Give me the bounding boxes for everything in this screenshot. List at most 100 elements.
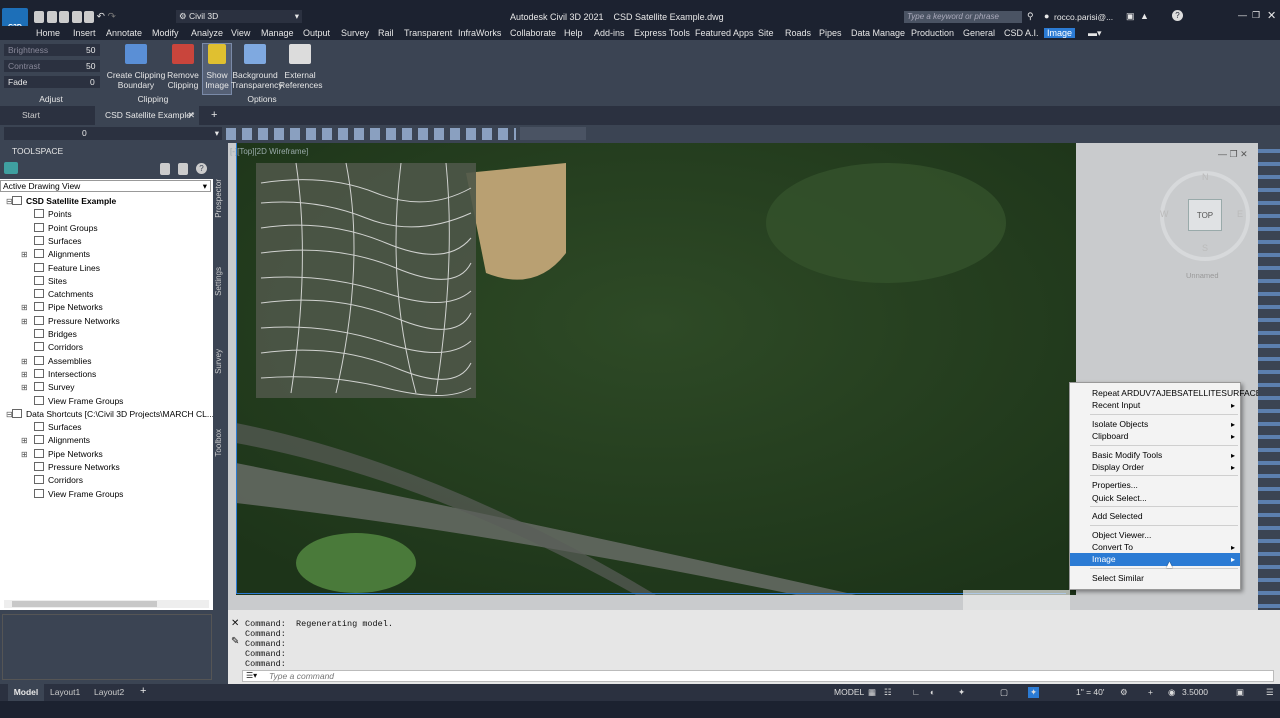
new-tab-icon[interactable]: +: [211, 109, 217, 121]
restore-icon[interactable]: ❐: [1252, 10, 1260, 21]
tree-item-intersections[interactable]: ⊞ Intersections: [21, 368, 96, 381]
tree-shortcut-pressure-networks[interactable]: Pressure Networks: [34, 461, 120, 474]
context-item-basic-modify-tools[interactable]: Basic Modify Tools ▸: [1070, 449, 1240, 462]
ribbon-tab-featured-apps[interactable]: Featured Apps: [695, 28, 754, 38]
tree-data-shortcuts[interactable]: ⊟ Data Shortcuts [C:\Civil 3D Projects\MA…: [6, 408, 214, 421]
ribbon-tab-express-tools[interactable]: Express Tools: [634, 28, 690, 38]
tree-shortcut-view-frame-groups[interactable]: View Frame Groups: [34, 488, 123, 501]
view-select[interactable]: Active Drawing View ▾: [0, 180, 211, 192]
command-prompt-icon[interactable]: ☰▾: [246, 671, 257, 680]
tree-item-pressure-networks[interactable]: ⊞ Pressure Networks: [21, 315, 120, 328]
expand-icon[interactable]: ⊞: [21, 448, 28, 461]
tree-item-sites[interactable]: Sites: [34, 275, 67, 288]
context-item-display-order[interactable]: Display Order ▸: [1070, 461, 1240, 474]
context-item-repeat-arduv7ajebsatellitesurface[interactable]: Repeat ARDUV7AJEBSATELLITESURFACE: [1070, 387, 1258, 400]
close-command-icon[interactable]: ✕: [231, 618, 239, 629]
model-space-toggle[interactable]: MODEL: [834, 687, 864, 697]
plot-icon[interactable]: [84, 11, 95, 23]
add-icon[interactable]: +: [1148, 687, 1153, 697]
tree-item-pipe-networks[interactable]: ⊞ Pipe Networks: [21, 301, 103, 314]
annotation-scale[interactable]: 1" = 40': [1076, 687, 1105, 697]
ribbon-tab-manage[interactable]: Manage: [261, 28, 294, 38]
save-icon[interactable]: [59, 11, 70, 23]
grid-icon[interactable]: ▦: [868, 687, 876, 698]
isolate-icon[interactable]: ▣: [1236, 687, 1244, 698]
tree-item-corridors[interactable]: Corridors: [34, 341, 83, 354]
command-input[interactable]: ☰▾ Type a command: [242, 670, 1274, 682]
minimize-icon[interactable]: —: [1238, 10, 1247, 20]
ribbon-tab-output[interactable]: Output: [303, 28, 330, 38]
scroll-thumb[interactable]: [12, 601, 157, 607]
customize-icon[interactable]: ✎: [231, 636, 239, 647]
open-icon[interactable]: [46, 11, 57, 23]
vertical-tab-settings[interactable]: Settings: [214, 267, 223, 296]
customize-status-icon[interactable]: ☰: [1266, 687, 1274, 698]
context-item-add-selected[interactable]: Add Selected: [1070, 510, 1240, 523]
expand-icon[interactable]: ⊞: [21, 355, 28, 368]
tab-layout1[interactable]: Layout1: [50, 687, 80, 697]
viewcube[interactable]: TOP N S E W: [1160, 171, 1250, 261]
tree-root[interactable]: ⊟ CSD Satellite Example: [6, 195, 116, 208]
layer-state-select[interactable]: [520, 127, 586, 140]
tree-item-survey[interactable]: ⊞ Survey: [21, 381, 74, 394]
adjust-field-brightness[interactable]: Brightness 50: [4, 44, 100, 56]
vertical-tab-prospector[interactable]: Prospector: [214, 179, 223, 218]
redo-icon[interactable]: ↷: [107, 11, 115, 22]
context-item-select-similar[interactable]: Select Similar: [1070, 572, 1240, 585]
ribbon-toggle-icon[interactable]: ▬▾: [1088, 28, 1102, 39]
ribbon-tab-add-ins[interactable]: Add-ins: [594, 28, 625, 38]
context-item-clipboard[interactable]: Clipboard ▸: [1070, 430, 1240, 443]
elevation-value[interactable]: 3.5000: [1182, 687, 1208, 697]
workspace-gear-icon[interactable]: ⚙: [1120, 687, 1128, 698]
image-frame[interactable]: [236, 143, 1066, 594]
expand-icon[interactable]: ⊞: [21, 315, 28, 328]
expand-icon[interactable]: ⊞: [21, 248, 28, 261]
show-image-button[interactable]: Show Image: [202, 43, 232, 95]
undo-icon[interactable]: ↶: [97, 11, 105, 22]
ribbon-tab-rail[interactable]: Rail: [378, 28, 394, 38]
expand-icon[interactable]: ⊟: [6, 195, 13, 208]
tree-item-feature-lines[interactable]: Feature Lines: [34, 262, 100, 275]
user-name[interactable]: rocco.parisi@...: [1054, 12, 1113, 22]
quick-tool-strip[interactable]: [226, 128, 516, 140]
toggle-icon[interactable]: [160, 163, 170, 175]
background-transparency-button[interactable]: Background Transparency: [231, 44, 283, 94]
tab-layout2[interactable]: Layout2: [94, 687, 124, 697]
help-icon[interactable]: ?: [1172, 10, 1183, 21]
expand-icon[interactable]: ⊞: [21, 434, 28, 447]
context-item-convert-to[interactable]: Convert To ▸: [1070, 541, 1240, 554]
ribbon-tab-help[interactable]: Help: [564, 28, 583, 38]
prospector-icon[interactable]: [4, 162, 18, 174]
ribbon-tab-annotate[interactable]: Annotate: [106, 28, 142, 38]
tree-shortcut-alignments[interactable]: ⊞ Alignments: [21, 434, 90, 447]
snap-icon[interactable]: ☷: [884, 687, 892, 698]
ribbon-tab-pipes[interactable]: Pipes: [819, 28, 842, 38]
vertical-tab-survey[interactable]: Survey: [214, 349, 223, 374]
right-tool-strip[interactable]: [1258, 143, 1280, 610]
close-icon[interactable]: ✕: [1267, 9, 1276, 22]
tree-shortcut-surfaces[interactable]: Surfaces: [34, 421, 82, 434]
ribbon-tab-roads[interactable]: Roads: [785, 28, 811, 38]
context-item-properties[interactable]: Properties...: [1070, 479, 1240, 492]
layer-select[interactable]: 0 ▾: [4, 127, 222, 140]
ribbon-tab-site[interactable]: Site: [758, 28, 774, 38]
expand-icon[interactable]: ⊞: [21, 381, 28, 394]
expand-icon[interactable]: ⊞: [21, 368, 28, 381]
ribbon-tab-production[interactable]: Production: [911, 28, 954, 38]
tree-shortcut-corridors[interactable]: Corridors: [34, 474, 83, 487]
context-item-recent-input[interactable]: Recent Input ▸: [1070, 399, 1240, 412]
tab-model[interactable]: Model: [8, 684, 44, 701]
adjust-field-contrast[interactable]: Contrast 50: [4, 60, 100, 72]
workspace-select[interactable]: ⚙ Civil 3D ▾: [176, 10, 302, 23]
context-item-object-viewer[interactable]: Object Viewer...: [1070, 529, 1240, 542]
tree-item-surfaces[interactable]: Surfaces: [34, 235, 82, 248]
tree-item-view-frame-groups[interactable]: View Frame Groups: [34, 395, 123, 408]
ribbon-tab-home[interactable]: Home: [36, 28, 60, 38]
tab-active-drawing[interactable]: CSD Satellite Example* ✕: [95, 106, 199, 125]
ribbon-tab-image[interactable]: Image: [1044, 28, 1076, 38]
search-input[interactable]: Type a keyword or phrase: [904, 11, 1022, 23]
search-icon[interactable]: ⚲: [1027, 11, 1034, 22]
context-item-image[interactable]: Image ▸: [1070, 553, 1240, 567]
tree-item-bridges[interactable]: Bridges: [34, 328, 77, 341]
ribbon-tab-transparent[interactable]: Transparent: [404, 28, 452, 38]
